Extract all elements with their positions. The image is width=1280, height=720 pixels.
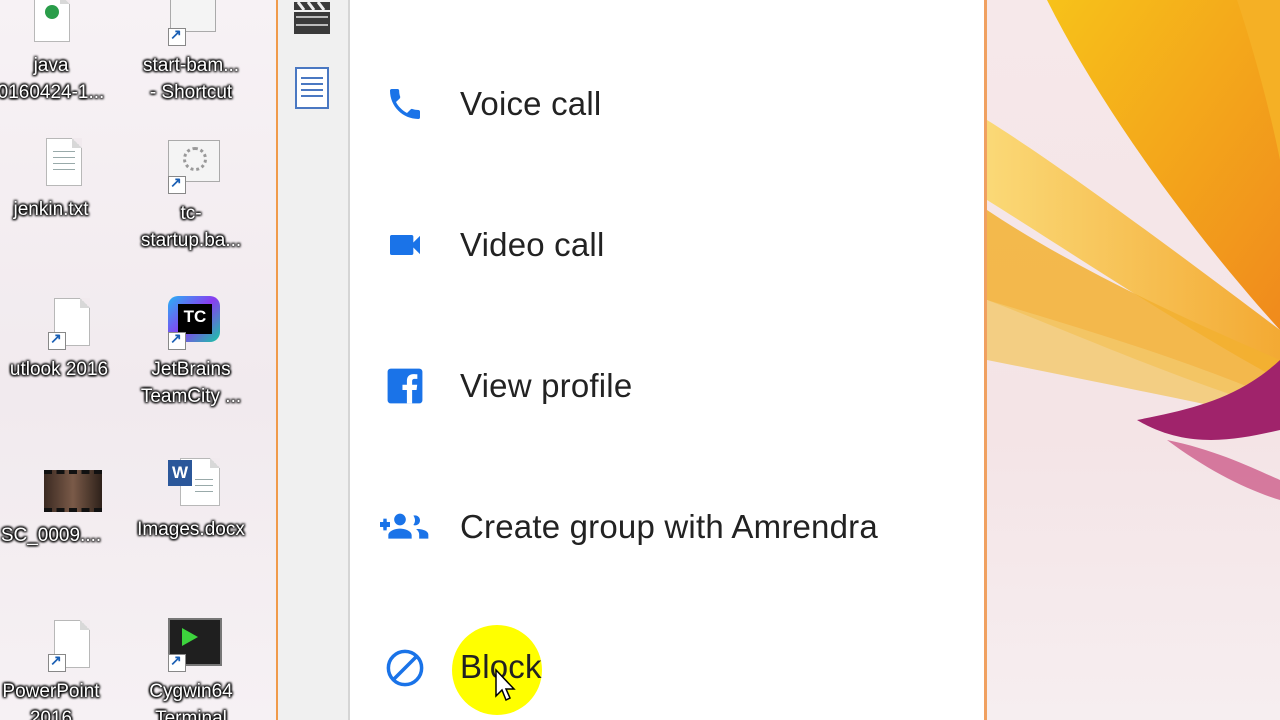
desktop: java 0160424-1... start-bam... - Shortcu… <box>0 0 276 720</box>
desktop-icon-dsc[interactable]: SC_0009.... <box>0 462 116 549</box>
menu-item-label: Video call <box>460 225 605 263</box>
video-camera-icon <box>380 220 430 270</box>
desktop-icon-teamcity[interactable]: TC JetBrains TeamCity ... <box>126 296 256 410</box>
phone-icon <box>380 79 430 129</box>
menu-item-view-profile[interactable]: View profile <box>350 315 984 456</box>
menu-item-video-call[interactable]: Video call <box>350 174 984 315</box>
menu-item-create-group[interactable]: Create group with Amrendra <box>350 456 984 597</box>
java-file-icon <box>26 0 76 46</box>
menu-item-block[interactable] <box>350 597 984 720</box>
batch-shortcut-icon <box>166 140 220 194</box>
outlook-shortcut-icon <box>34 296 90 350</box>
desktop-icon-tc-startup[interactable]: tc- startup.ba... <box>126 140 256 254</box>
menu-item-label: Create group with Amrendra <box>460 507 878 545</box>
contact-options-menu: Voice call Video call View profile Creat… <box>350 0 984 720</box>
window-sidebar <box>278 0 350 720</box>
menu-item-label: View profile <box>460 366 633 404</box>
teamcity-icon: TC <box>166 296 220 350</box>
desktop-wallpaper <box>987 0 1280 720</box>
powerpoint-shortcut-icon <box>26 618 90 672</box>
desktop-icon-start-bam[interactable]: start-bam... - Shortcut <box>126 0 256 106</box>
menu-item-voice-call[interactable]: Voice call <box>350 33 984 174</box>
desktop-icon-images-docx[interactable]: W Images.docx <box>126 456 256 543</box>
text-file-icon <box>26 136 82 190</box>
desktop-icon-powerpoint[interactable]: PowerPoint 2016 <box>0 618 116 720</box>
batch-shortcut-icon <box>166 0 216 46</box>
word-doc-icon: W <box>166 456 220 510</box>
desktop-icon-cygwin[interactable]: Cygwin64 Terminal <box>126 618 256 720</box>
desktop-icon-jenkin[interactable]: jenkin.txt <box>0 136 116 223</box>
group-add-icon <box>380 502 430 552</box>
clapperboard-icon[interactable] <box>292 0 332 38</box>
desktop-icon-java[interactable]: java 0160424-1... <box>0 0 116 106</box>
block-icon <box>380 643 430 693</box>
menu-item-label: Voice call <box>460 84 602 122</box>
desktop-icon-outlook[interactable]: utlook 2016 <box>0 296 124 383</box>
facebook-icon <box>380 361 430 411</box>
cygwin-terminal-icon <box>166 618 222 672</box>
document-icon[interactable] <box>292 66 332 110</box>
video-file-icon <box>26 462 102 516</box>
mouse-cursor-icon <box>494 668 518 704</box>
